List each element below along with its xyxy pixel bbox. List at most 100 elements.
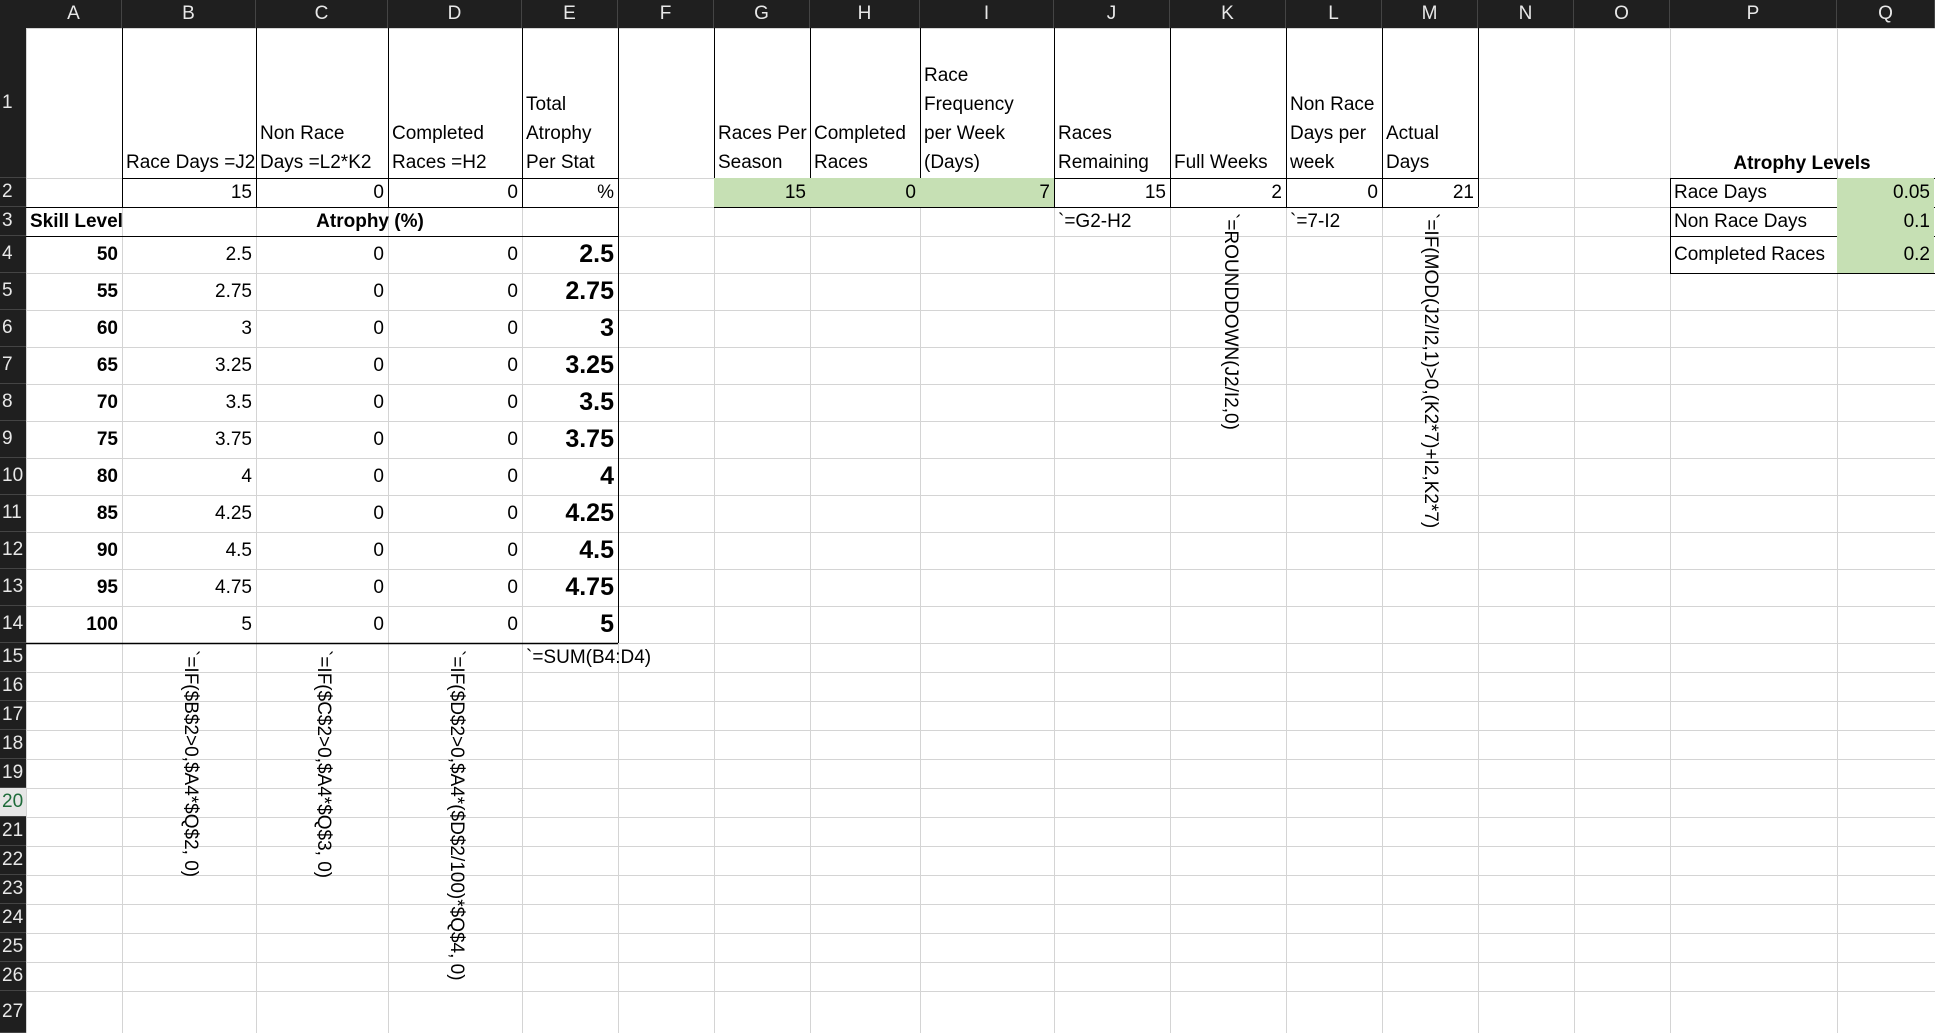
row-header-12[interactable]: 12 [0,532,26,569]
column-header-b[interactable]: B [122,0,256,28]
column-header-n[interactable]: N [1478,0,1574,28]
cell-g1[interactable]: Races Per Season [714,28,810,178]
row-header-15[interactable]: 15 [0,643,26,672]
cell-a6[interactable]: 60 [26,310,122,347]
cell-k1[interactable]: Full Weeks [1170,28,1286,178]
column-header-g[interactable]: G [714,0,810,28]
cell-m1[interactable]: Actual Days [1382,28,1478,178]
row-header-9[interactable]: 9 [0,421,26,458]
row-header-14[interactable]: 14 [0,606,26,643]
column-header-l[interactable]: L [1286,0,1382,28]
cell-a10[interactable]: 80 [26,458,122,495]
cell-d5[interactable]: 0 [388,273,522,310]
column-header-d[interactable]: D [388,0,522,28]
cell-e7[interactable]: 3.25 [522,347,618,384]
cell-m2[interactable]: 21 [1382,178,1478,207]
cell-a11[interactable]: 85 [26,495,122,532]
cell-c4[interactable]: 0 [256,236,388,273]
column-header-f[interactable]: F [618,0,714,28]
cell-l1[interactable]: Non Race Days per week [1286,28,1382,178]
cell-e14[interactable]: 5 [522,606,618,643]
cell-c13[interactable]: 0 [256,569,388,606]
cell-d12[interactable]: 0 [388,532,522,569]
cell-d7[interactable]: 0 [388,347,522,384]
column-header-a[interactable]: A [26,0,122,28]
row-header-2[interactable]: 2 [0,178,26,207]
cell-h1[interactable]: Completed Races [810,28,920,178]
cell-c12[interactable]: 0 [256,532,388,569]
cell-b1[interactable]: Race Days =J2 [122,28,256,178]
cell-q2[interactable]: 0.05 [1837,178,1934,207]
row-header-7[interactable]: 7 [0,347,26,384]
cell-i1[interactable]: Race Frequency per Week (Days) [920,28,1054,178]
cell-p3[interactable]: Non Race Days [1670,207,1837,236]
cell-c9[interactable]: 0 [256,421,388,458]
cell-b12[interactable]: 4.5 [122,532,256,569]
row-header-13[interactable]: 13 [0,569,26,606]
cell-c5[interactable]: 0 [256,273,388,310]
cell-g2[interactable]: 15 [714,178,810,207]
cell-a3-skill-level[interactable]: Skill Level [26,207,123,236]
row-header-23[interactable]: 23 [0,875,26,904]
cell-l3-formula[interactable]: `=7-I2 [1286,207,1382,236]
cell-d1[interactable]: Completed Races =H2 [388,28,522,178]
cell-a13[interactable]: 95 [26,569,122,606]
spreadsheet[interactable]: ABCDEFGHIJKLMNOPQ 1 2 3 4 5 6 7 8 9 10 11 12 13 14 15 1… [0,0,1935,1033]
row-header-11[interactable]: 11 [0,495,26,532]
cell-e6[interactable]: 3 [522,310,618,347]
cell-e15-formula[interactable]: `=SUM(B4:D4) [522,643,672,672]
cell-d8[interactable]: 0 [388,384,522,421]
cell-c10[interactable]: 0 [256,458,388,495]
cell-p2[interactable]: Race Days [1670,178,1837,207]
column-header-j[interactable]: J [1054,0,1170,28]
row-header-5[interactable]: 5 [0,273,26,310]
cell-d10[interactable]: 0 [388,458,522,495]
cell-e9[interactable]: 3.75 [522,421,618,458]
cell-j1[interactable]: Races Remaining [1054,28,1170,178]
cell-d14[interactable]: 0 [388,606,522,643]
cell-j3-formula[interactable]: `=G2-H2 [1054,207,1170,236]
cell-d2[interactable]: 0 [388,178,522,207]
cell-a4[interactable]: 50 [26,236,122,273]
cell-c2[interactable]: 0 [256,178,388,207]
row-header-18[interactable]: 18 [0,730,26,759]
row-header-10[interactable]: 10 [0,458,26,495]
cell-e8[interactable]: 3.5 [522,384,618,421]
column-header-k[interactable]: K [1170,0,1286,28]
cell-q3[interactable]: 0.1 [1837,207,1934,236]
cell-a9[interactable]: 75 [26,421,122,458]
column-header-i[interactable]: I [920,0,1054,28]
cell-d11[interactable]: 0 [388,495,522,532]
cell-q4[interactable]: 0.2 [1837,236,1934,273]
cell-k2[interactable]: 2 [1170,178,1286,207]
cell-b13[interactable]: 4.75 [122,569,256,606]
cell-b5[interactable]: 2.75 [122,273,256,310]
cell-e12[interactable]: 4.5 [522,532,618,569]
cell-b6[interactable]: 3 [122,310,256,347]
column-header-m[interactable]: M [1382,0,1478,28]
cell-d4[interactable]: 0 [388,236,522,273]
cell-j2[interactable]: 15 [1054,178,1170,207]
cell-e5[interactable]: 2.75 [522,273,618,310]
row-header-17[interactable]: 17 [0,701,26,730]
cell-c11[interactable]: 0 [256,495,388,532]
column-header-q[interactable]: Q [1837,0,1935,28]
cell-b4[interactable]: 2.5 [122,236,256,273]
column-header-o[interactable]: O [1574,0,1670,28]
row-header-6[interactable]: 6 [0,310,26,347]
column-header-c[interactable]: C [256,0,388,28]
row-header-8[interactable]: 8 [0,384,26,421]
cell-l2[interactable]: 0 [1286,178,1382,207]
row-header-22[interactable]: 22 [0,846,26,875]
column-header-p[interactable]: P [1670,0,1837,28]
cell-a7[interactable]: 65 [26,347,122,384]
cell-d6[interactable]: 0 [388,310,522,347]
cell-p1-atrophy-levels-title[interactable]: Atrophy Levels [1670,149,1934,178]
column-header-h[interactable]: H [810,0,920,28]
row-header-3[interactable]: 3 [0,207,26,236]
cell-c1[interactable]: Non Race Days =L2*K2 [256,28,388,178]
cell-a12[interactable]: 90 [26,532,122,569]
cell-b2[interactable]: 15 [122,178,256,207]
column-header-e[interactable]: E [522,0,618,28]
cell-b3-atrophy-merged[interactable]: Atrophy (%) [122,207,618,236]
